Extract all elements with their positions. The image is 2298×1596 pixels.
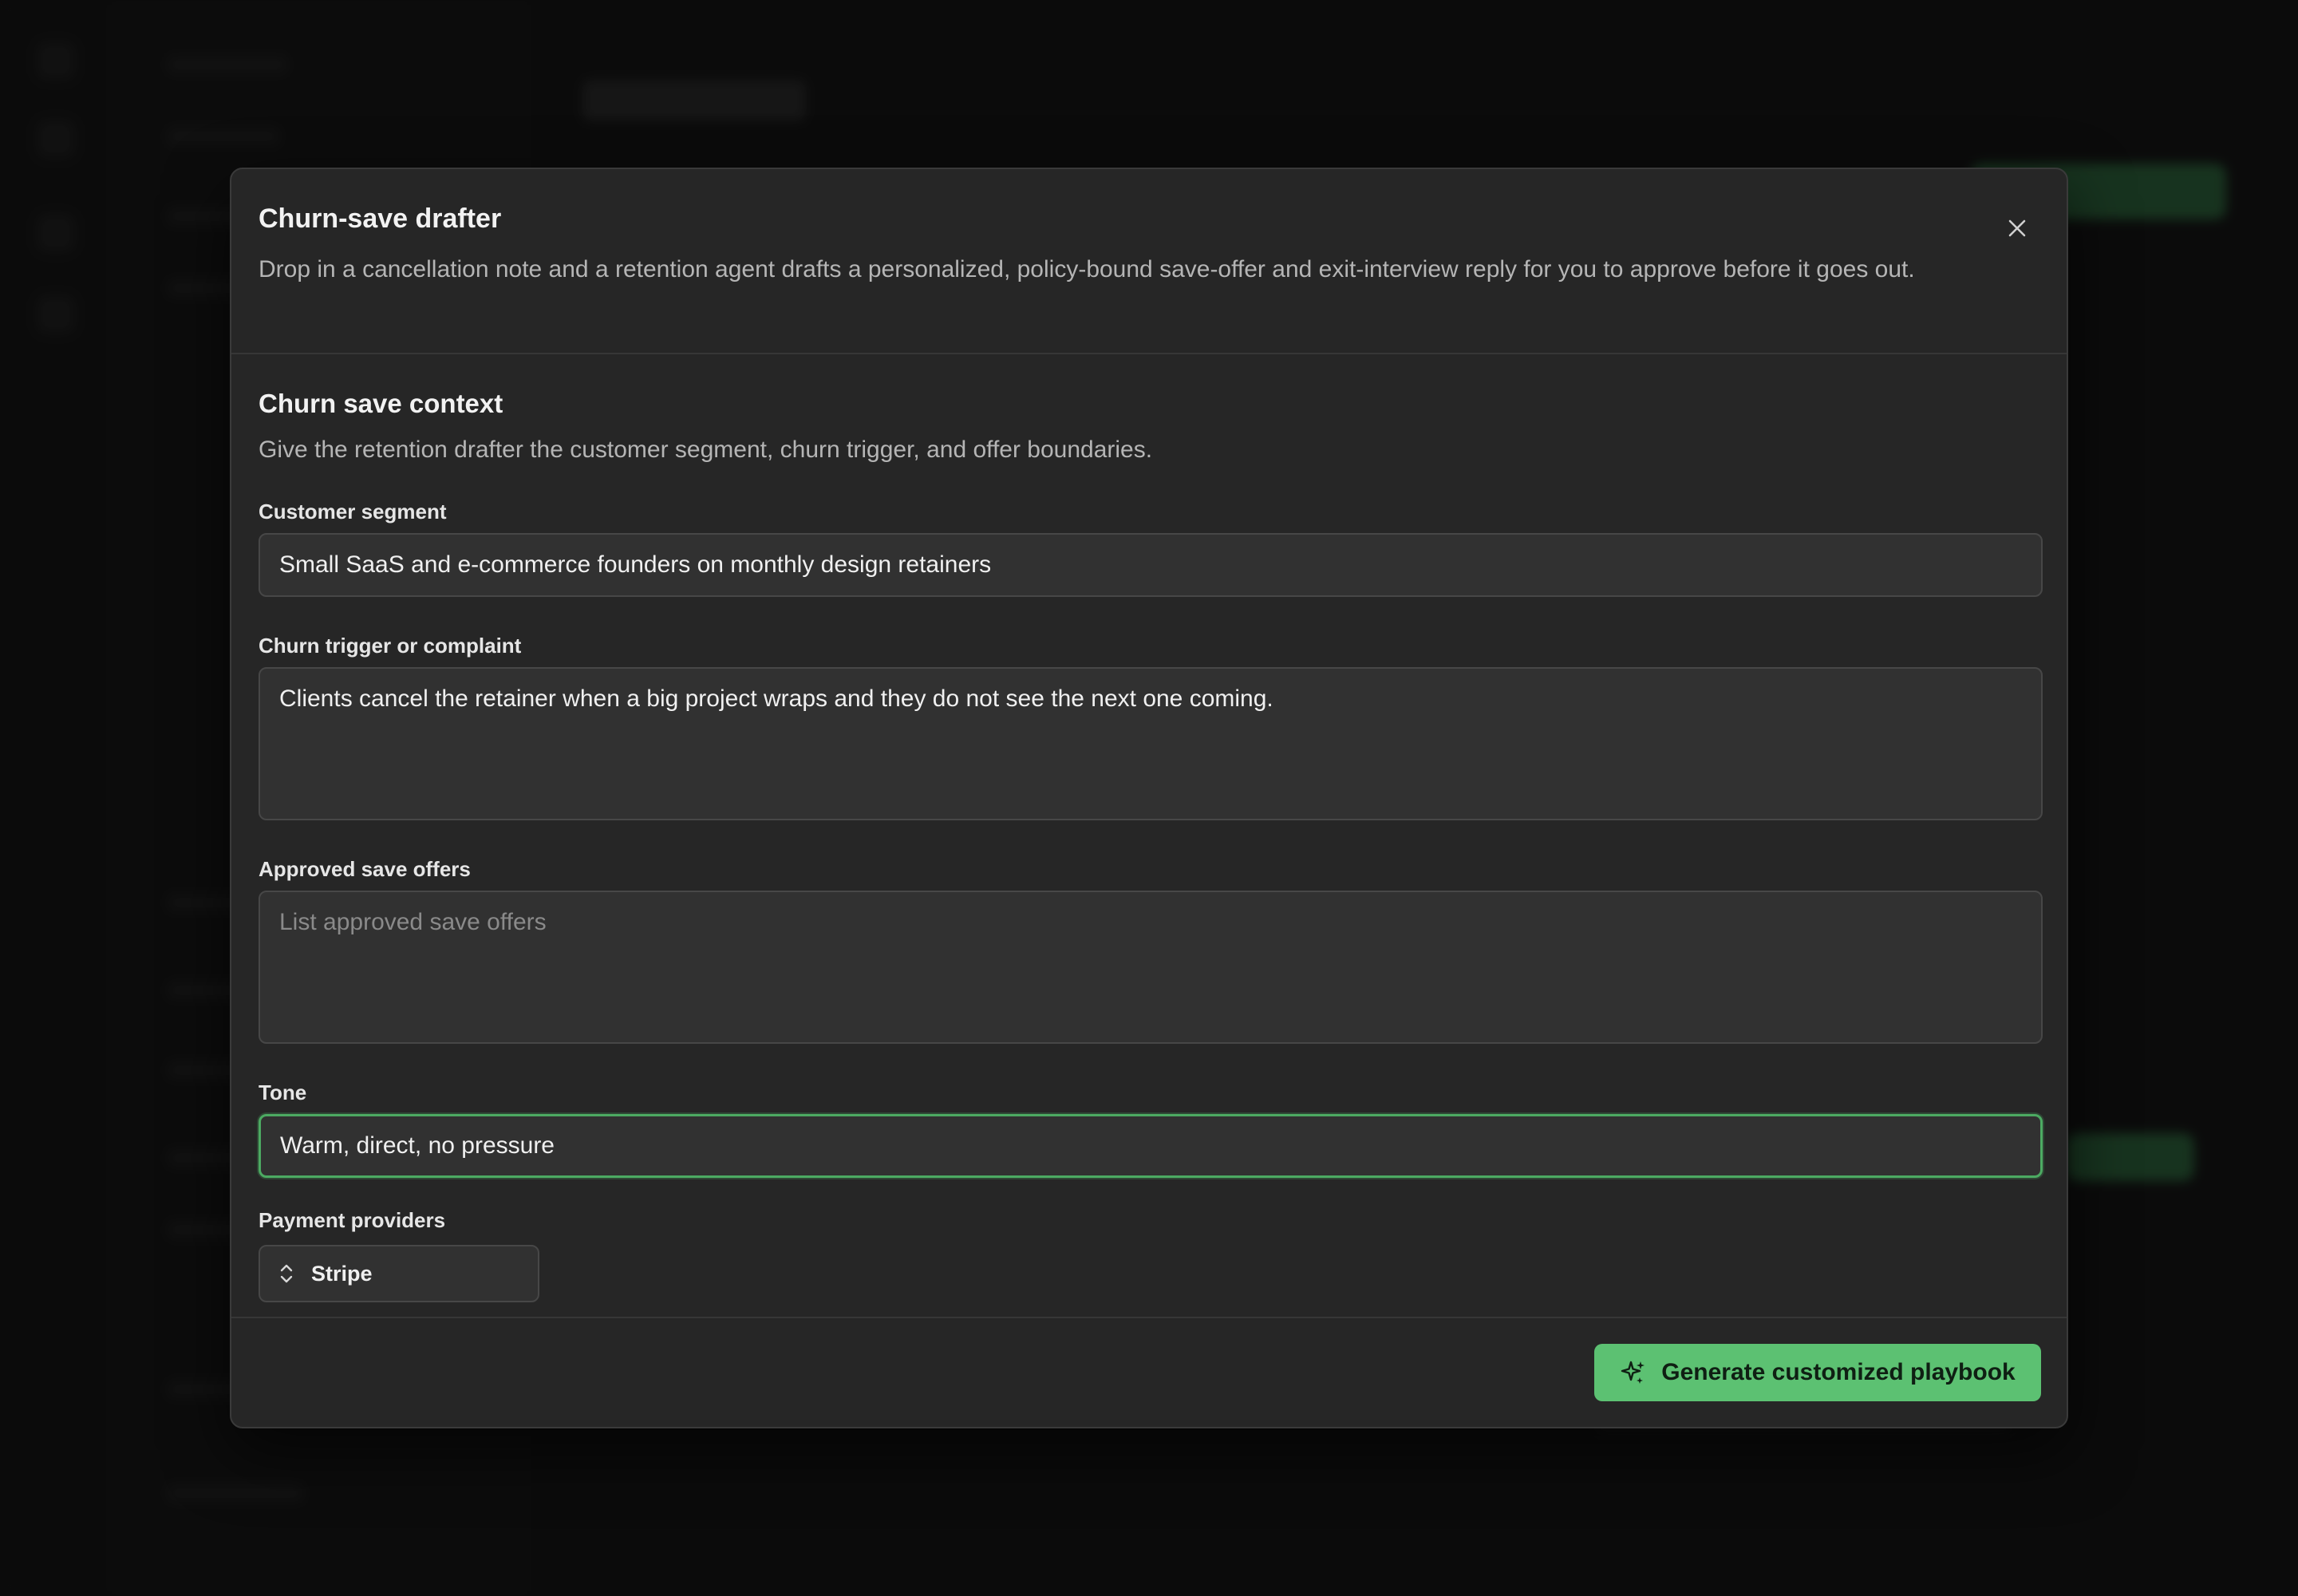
tone-group: Tone Warm, direct, no pressure (259, 1079, 2043, 1178)
payment-providers-label: Payment providers (259, 1208, 446, 1232)
modal-footer: Generate customized playbook (231, 1317, 2067, 1427)
close-button[interactable] (1995, 206, 2039, 251)
churn-trigger-group: Churn trigger or complaint Clients cance… (259, 632, 2043, 820)
churn-trigger-textarea[interactable]: Clients cancel the retainer when a big p… (259, 667, 2043, 820)
approved-offers-textarea[interactable]: List approved save offers (259, 891, 2043, 1044)
generate-playbook-button[interactable]: Generate customized playbook (1594, 1344, 2041, 1401)
tone-input[interactable]: Warm, direct, no pressure (259, 1114, 2043, 1178)
churn-save-drafter-dialog: Churn-save drafter Drop in a cancellatio… (230, 168, 2068, 1428)
modal-title: Churn-save drafter (259, 203, 502, 234)
approved-offers-label: Approved save offers (259, 857, 471, 881)
customer-segment-label: Customer segment (259, 500, 447, 523)
generate-playbook-label: Generate customized playbook (1661, 1359, 2016, 1385)
modal-description: Drop in a cancellation note and a retent… (259, 256, 1915, 282)
payment-providers-select[interactable]: Stripe (259, 1245, 539, 1302)
modal-body: Churn save context Give the retention dr… (231, 354, 2067, 1320)
customer-segment-input[interactable]: Small SaaS and e-commerce founders on mo… (259, 533, 2043, 597)
churn-trigger-value: Clients cancel the retainer when a big p… (279, 685, 1273, 712)
chevron-up-down-icon (280, 1264, 293, 1283)
tone-value: Warm, direct, no pressure (280, 1132, 555, 1159)
customer-segment-group: Customer segment Small SaaS and e-commer… (259, 498, 2043, 597)
approved-offers-placeholder: List approved save offers (279, 909, 547, 935)
customer-segment-value: Small SaaS and e-commerce founders on mo… (279, 551, 992, 578)
section-title: Churn save context (259, 389, 503, 418)
modal-header: Churn-save drafter Drop in a cancellatio… (231, 169, 2067, 354)
approved-offers-group: Approved save offers List approved save … (259, 855, 2043, 1044)
churn-trigger-label: Churn trigger or complaint (259, 634, 522, 658)
payment-providers-selected: Stripe (311, 1261, 373, 1286)
close-icon (2008, 219, 2026, 237)
section-description: Give the retention drafter the customer … (259, 437, 1153, 463)
tone-label: Tone (259, 1080, 307, 1104)
payment-providers-group: Payment providers Stripe (259, 1207, 2039, 1302)
sparkles-icon (1621, 1361, 1645, 1384)
